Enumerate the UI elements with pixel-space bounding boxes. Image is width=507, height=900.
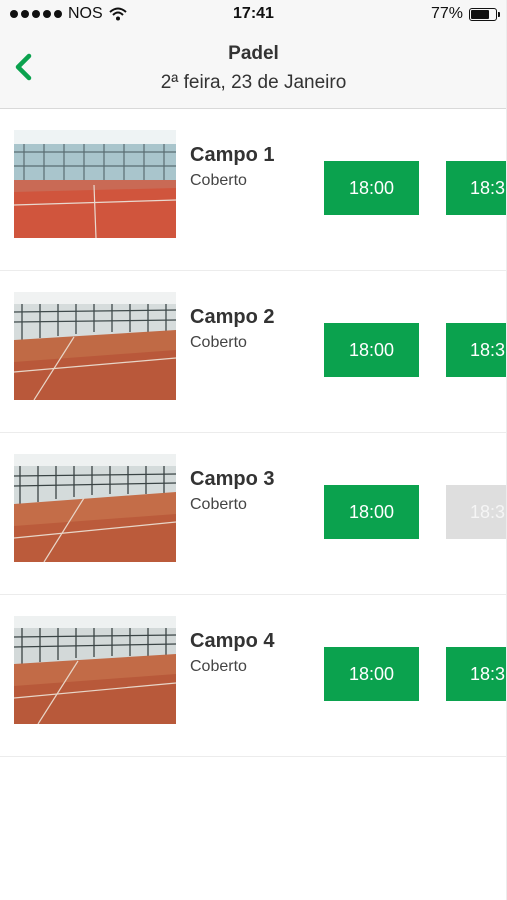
court-type: Coberto	[190, 334, 247, 351]
battery-percent: 77%	[430, 5, 463, 22]
court-row: Campo 3 Coberto 18:00 18:3	[0, 433, 507, 595]
battery-icon	[469, 7, 500, 21]
time-slot-button-unavailable[interactable]: 18:3	[446, 485, 507, 539]
court-type: Coberto	[190, 496, 247, 513]
page-subtitle: 2ª feira, 23 de Janeiro	[160, 72, 347, 93]
court-photo	[14, 454, 176, 562]
time-slot-button[interactable]: 18:3	[446, 647, 507, 701]
court-photo	[14, 130, 176, 238]
court-row: Campo 2 Coberto 18:00 18:3	[0, 271, 507, 433]
court-name: Campo 2	[190, 306, 275, 328]
court-row: Campo 4 Coberto 18:00 18:3	[0, 595, 507, 757]
court-type: Coberto	[190, 658, 247, 675]
time-slot-button[interactable]: 18:3	[446, 323, 507, 377]
time-slot-button[interactable]: 18:3	[446, 161, 507, 215]
court-row: Campo 1 Coberto 18:00 18:3	[0, 109, 507, 271]
status-bar: NOS 17:41 77%	[0, 0, 507, 30]
court-photo	[14, 616, 176, 724]
page-title: Padel	[228, 43, 279, 64]
nav-header: Padel 2ª feira, 23 de Janeiro	[0, 30, 507, 109]
time-slot-button[interactable]: 18:00	[324, 485, 419, 539]
time-slot-button[interactable]: 18:00	[324, 647, 419, 701]
court-list: Campo 1 Coberto 18:00 18:3 Campo 2 Cober…	[0, 109, 507, 757]
court-photo	[14, 292, 176, 400]
time-slot-button[interactable]: 18:00	[324, 161, 419, 215]
status-right: 77%	[430, 5, 500, 23]
court-name: Campo 4	[190, 630, 275, 652]
time-slot-button[interactable]: 18:00	[324, 323, 419, 377]
court-name: Campo 3	[190, 468, 275, 490]
court-type: Coberto	[190, 172, 247, 189]
battery-fill	[471, 9, 489, 19]
court-name: Campo 1	[190, 144, 275, 166]
